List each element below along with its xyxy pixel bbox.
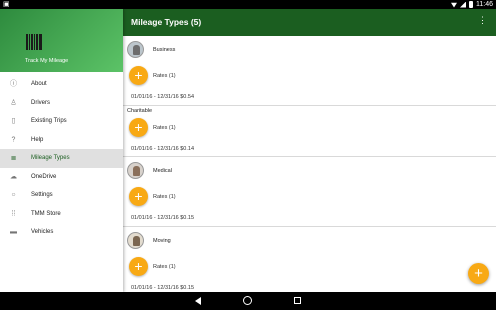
drawer-item-label: OneDrive [31,173,57,180]
drawer-item-vehicles[interactable]: ▬ Vehicles [0,223,123,242]
rates-label: Rates (1) [153,73,176,79]
drawer-item-label: TMM Store [31,210,61,217]
rates-row: + Rates (1) [123,183,496,211]
clipboard-icon: ▯ [11,117,16,125]
add-rate-button[interactable]: + [129,187,148,206]
list-item[interactable]: Moving + Rates (1) 01/01/16 - 12/31/16 $… [123,227,496,292]
drawer-item-about[interactable]: ⓘ About [0,75,123,94]
drawer-item-onedrive[interactable]: ☁ OneDrive [0,168,123,187]
card-header: Business [123,36,496,62]
list-item[interactable]: Charitable + Rates (1) 01/01/16 - 12/31/… [123,106,496,157]
drawer-item-mileage-types[interactable]: ≣ Mileage Types [0,149,123,168]
rate-range: 01/01/16 - 12/31/16 $0.15 [123,281,496,292]
rate-range-text: 01/01/16 - 12/31/16 $0.14 [131,146,194,152]
signal-icon [460,1,466,8]
back-icon[interactable] [195,297,201,305]
drawer-menu: ⓘ About ♙ Drivers ▯ Existing Trips ? Hel… [0,72,123,242]
more-vert-icon[interactable]: ⋮ [478,16,487,25]
status-icons: 11:46 [451,0,493,9]
settings-icon: ○ [11,191,16,199]
notification-icon: ▣ [3,1,10,8]
mileage-type-name: Medical [153,168,172,174]
rate-range: 01/01/16 - 12/31/16 $0.15 [123,211,496,226]
app-bar: Mileage Types (5) ⋮ [123,9,496,36]
drawer-header: Track My Mileage [0,9,123,72]
mileage-type-name: Business [153,47,176,53]
recents-icon[interactable] [294,297,301,304]
navigation-drawer: Track My Mileage ⓘ About ♙ Drivers ▯ Exi… [0,9,123,292]
system-nav-bar [0,292,496,310]
drawer-item-help[interactable]: ? Help [0,131,123,150]
list-item[interactable]: Business + Rates (1) 01/01/16 - 12/31/16… [123,36,496,106]
drawer-app-title: Track My Mileage [25,58,69,64]
rates-row: + Rates (1) [123,114,496,142]
add-rate-button[interactable]: + [129,257,148,276]
add-mileage-type-button[interactable]: + [468,263,489,284]
add-rate-button[interactable]: + [129,118,148,137]
clock: 11:46 [476,1,493,8]
car-icon: ▬ [10,228,17,236]
drawer-item-existing-trips[interactable]: ▯ Existing Trips [0,112,123,131]
grid-icon: ⁞⁞ [11,210,16,218]
avatar [127,41,144,58]
barcode-logo-icon [26,34,42,50]
rate-range: 01/01/16 - 12/31/16 $0.54 [123,90,496,105]
person-icon: ♙ [10,99,17,107]
avatar [127,162,144,179]
rate-range: 01/01/16 - 12/31/16 $0.14 [123,142,496,157]
card-header: Moving [123,227,496,253]
rates-row: + Rates (1) [123,253,496,281]
drawer-item-settings[interactable]: ○ Settings [0,186,123,205]
rates-row: + Rates (1) [123,62,496,90]
drawer-item-label: Vehicles [31,229,54,236]
drawer-item-label: About [31,81,47,88]
drawer-item-label: Settings [31,192,53,199]
rates-label: Rates (1) [153,125,176,131]
rate-range-text: 01/01/16 - 12/31/16 $0.54 [131,94,194,100]
cloud-icon: ☁ [10,173,17,181]
card-header: Medical [123,157,496,183]
drawer-item-tmm-store[interactable]: ⁞⁞ TMM Store [0,205,123,224]
rates-label: Rates (1) [153,264,176,270]
rate-range-text: 01/01/16 - 12/31/16 $0.15 [131,285,194,291]
mileage-types-list: Business + Rates (1) 01/01/16 - 12/31/16… [123,36,496,292]
avatar [127,232,144,249]
home-icon[interactable] [243,296,252,305]
list-item[interactable]: Medical + Rates (1) 01/01/16 - 12/31/16 … [123,157,496,227]
drawer-item-label: Drivers [31,99,50,106]
rates-label: Rates (1) [153,194,176,200]
wifi-icon [451,2,457,8]
battery-icon [469,1,473,8]
add-rate-button[interactable]: + [129,66,148,85]
help-icon: ? [11,136,16,144]
status-bar: ▣ 11:46 [0,0,496,9]
info-icon: ⓘ [10,80,17,88]
mileage-type-name: Moving [153,238,171,244]
rate-range-text: 01/01/16 - 12/31/16 $0.15 [131,215,194,221]
list-icon: ≣ [10,154,17,162]
app-screen: ▣ 11:46 Track My Mileage ⓘ About ♙ Drive… [0,0,496,310]
drawer-item-label: Mileage Types [31,155,70,162]
drawer-item-drivers[interactable]: ♙ Drivers [0,94,123,113]
drawer-item-label: Existing Trips [31,118,67,125]
page-title: Mileage Types (5) [131,17,202,27]
drawer-item-label: Help [31,136,44,143]
